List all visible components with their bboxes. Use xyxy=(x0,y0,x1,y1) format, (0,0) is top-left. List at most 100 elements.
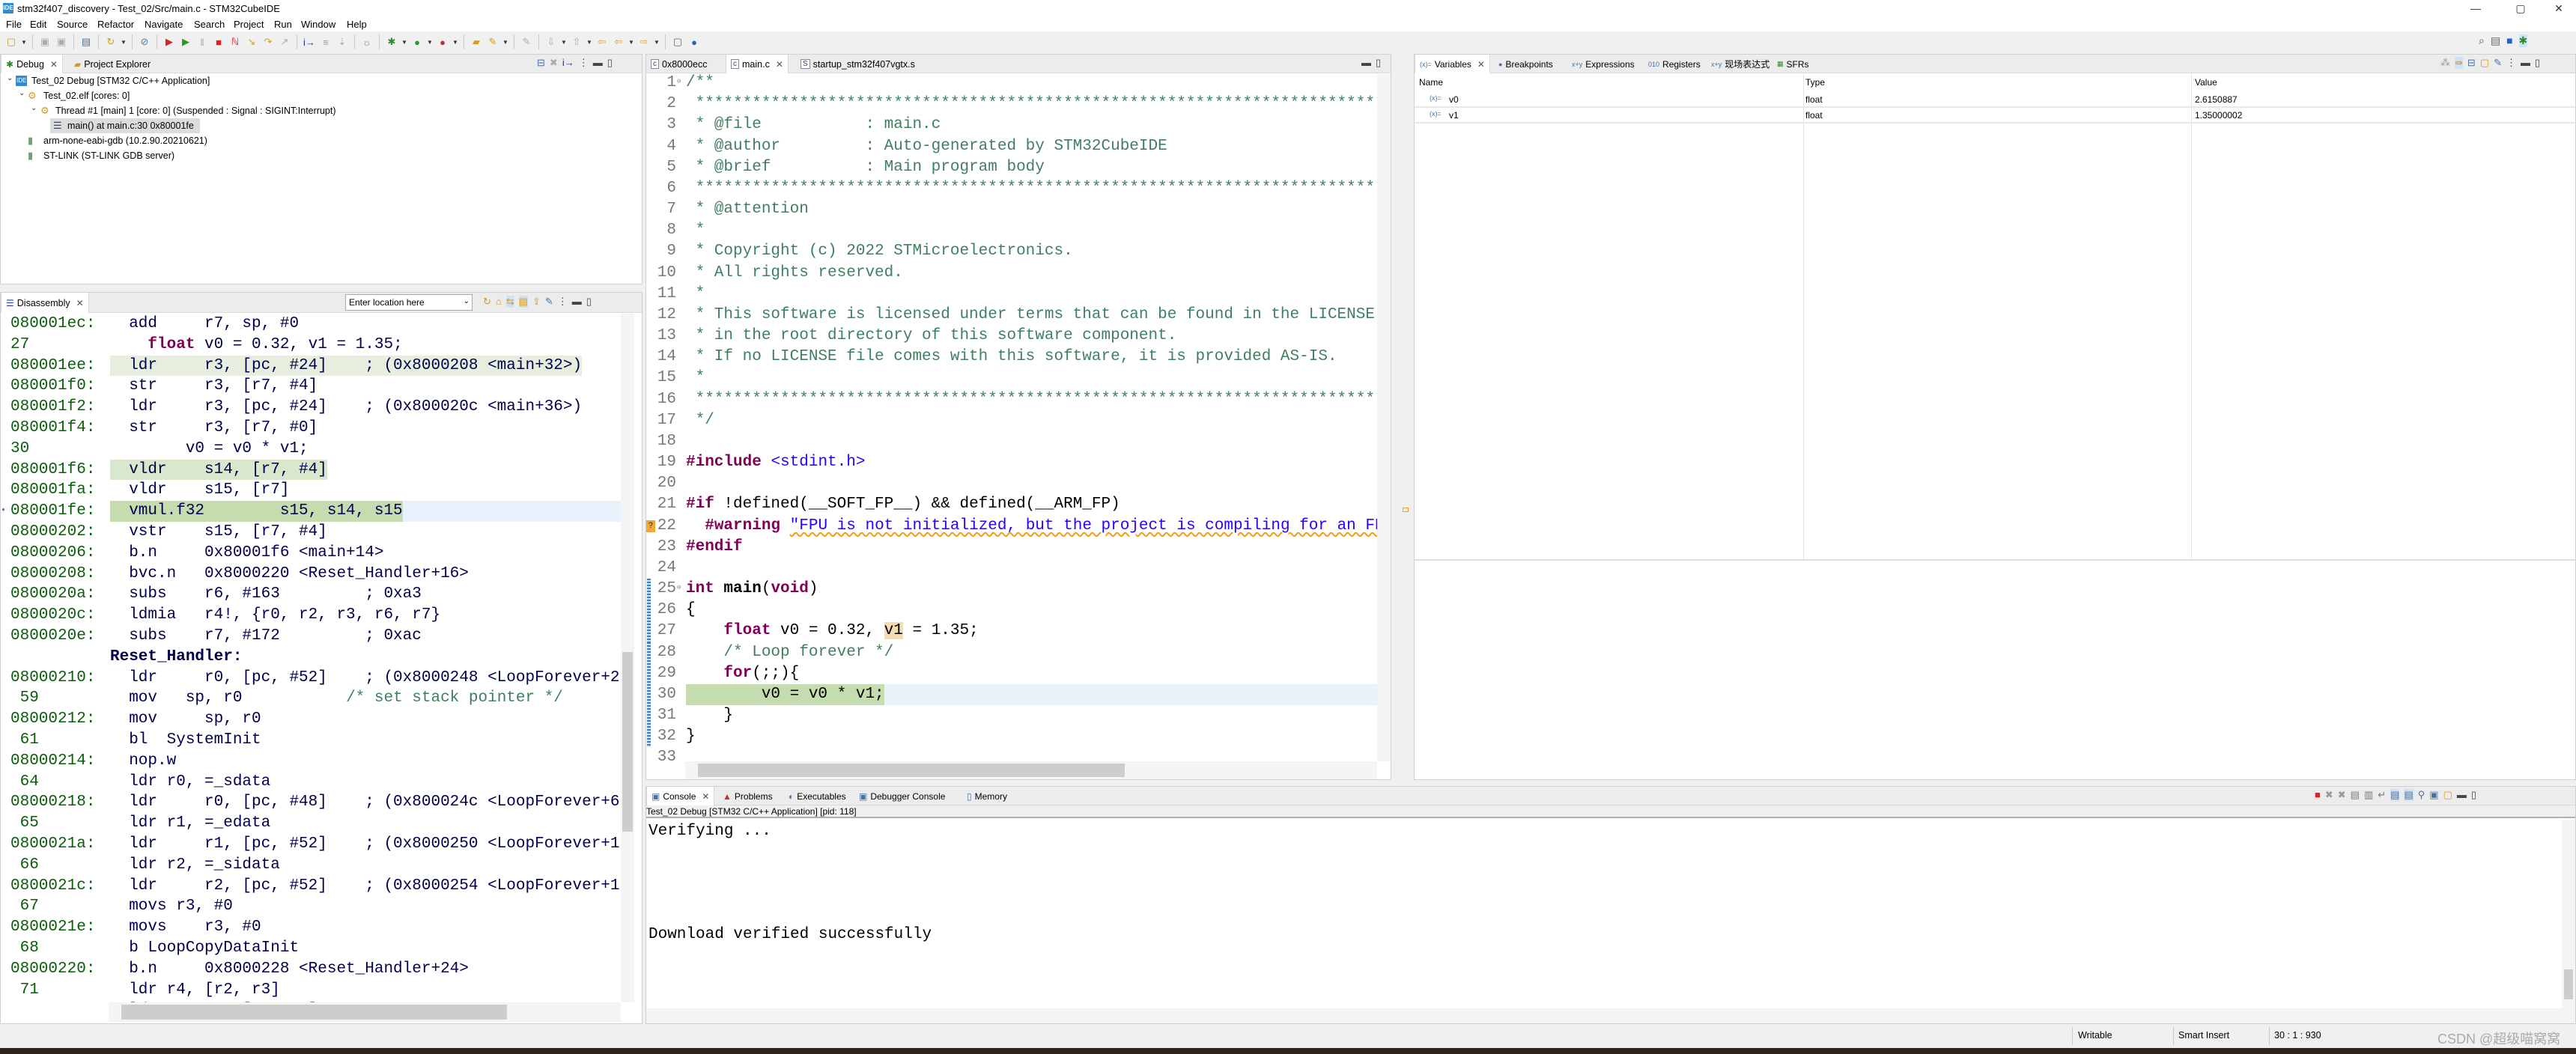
code-line[interactable]: 16 *************************************… xyxy=(646,389,1388,410)
edit-icon[interactable]: ✎ xyxy=(545,296,553,308)
refresh-icon[interactable]: ↻ xyxy=(483,296,491,308)
variable-row[interactable]: (x)= v1 float 1.35000002 xyxy=(1415,108,2575,124)
column-header-value[interactable]: Value xyxy=(2195,77,2217,88)
debug-tree-item[interactable]: ▮ ST-LINK (ST-LINK GDB server) xyxy=(1,148,637,163)
disassembly-row[interactable]: 0800021e: movs r3, #0 xyxy=(1,917,621,938)
chevron-down-icon[interactable]: ⌄ xyxy=(19,86,25,101)
disassembly-row[interactable]: 080001f6: vldr s14, [r7, #4] xyxy=(1,459,621,481)
disassembly-row[interactable]: 08000208: bvc.n 0x8000220 <Reset_Handler… xyxy=(1,564,621,585)
fold-icon[interactable]: ⊖ xyxy=(677,577,681,598)
console-vertical-scrollbar[interactable] xyxy=(2562,820,2575,1008)
code-line[interactable]: 12 * This software is licensed under ter… xyxy=(646,305,1388,326)
show-on-error-icon[interactable]: ▤ xyxy=(2404,789,2414,801)
disassembly-row[interactable]: 080001f2: ldr r3, [pc, #24] ; (0x800020c… xyxy=(1,397,621,418)
tab-sfrs[interactable]: ▦ SFRs xyxy=(1772,55,1814,73)
disassembly-row[interactable]: 0800021a: ldr r1, [pc, #52] ; (0x8000250… xyxy=(1,834,621,855)
show-type-names-icon[interactable]: ⁂ xyxy=(2440,57,2450,69)
maximize-icon[interactable]: ▯ xyxy=(2535,57,2540,69)
menu-run[interactable]: Run xyxy=(274,19,292,30)
code-line[interactable]: 33 xyxy=(646,747,1388,761)
scrollbar-thumb[interactable] xyxy=(2564,969,2573,999)
variable-detail-pane[interactable] xyxy=(1415,561,2575,779)
refresh-icon[interactable]: ↻ xyxy=(104,35,118,49)
open-perspective-icon[interactable]: ▤ xyxy=(2491,34,2500,47)
cpp-perspective-icon[interactable]: ■ xyxy=(2506,34,2512,47)
code-line[interactable]: 25 ⊖ int main(void) xyxy=(646,579,1388,600)
code-line[interactable]: 10 * All rights reserved. xyxy=(646,263,1388,284)
maximize-icon[interactable]: ▢ xyxy=(2503,0,2538,16)
open-folder-icon[interactable]: ▰ xyxy=(470,35,483,49)
instruction-stepping-icon[interactable]: i→ xyxy=(562,57,574,69)
scrollbar-thumb[interactable] xyxy=(698,764,1125,777)
scroll-lock-icon[interactable]: ▥ xyxy=(2364,789,2373,801)
debug-tree-item[interactable]: ▮ arm-none-eabi-gdb (10.2.90.20210621) xyxy=(1,133,637,148)
word-wrap-icon[interactable]: ↵ xyxy=(2378,789,2386,801)
external-tools-icon[interactable]: ● xyxy=(436,35,449,49)
drop-to-frame-icon[interactable]: ⇣ xyxy=(335,35,349,49)
disassembly-row[interactable]: 08000210: ldr r0, [pc, #52] ; (0x8000248… xyxy=(1,668,621,689)
disassembly-row[interactable]: 67 movs r3, #0 xyxy=(1,896,621,917)
disassembly-row[interactable]: 0800020c: ldmia r4!, {r0, r2, r3, r6, r7… xyxy=(1,605,621,626)
suspend-icon[interactable]: ‖ xyxy=(195,35,209,49)
debug-tree-item[interactable]: ☰ main() at main.c:30 0x80001fe xyxy=(1,118,637,133)
export-icon[interactable]: ⇪ xyxy=(532,296,541,308)
disassembly-row[interactable]: 0800021c: ldr r2, [pc, #52] ; (0x8000254… xyxy=(1,876,621,897)
code-line[interactable]: 15 * xyxy=(646,368,1388,389)
new-file-icon[interactable]: ▢ xyxy=(4,35,18,49)
pen-icon[interactable]: ✎ xyxy=(486,35,499,49)
run-icon[interactable]: ● xyxy=(410,35,424,49)
disassembly-row[interactable]: 64 ldr r0, =_sdata xyxy=(1,772,621,793)
minimize-icon[interactable]: — xyxy=(2458,0,2493,16)
code-line[interactable]: 31 } xyxy=(646,705,1388,727)
code-line[interactable]: 13 * in the root directory of this softw… xyxy=(646,326,1388,347)
code-line[interactable]: 11 * xyxy=(646,284,1388,305)
tab-startup-stm32f407vgtx-s[interactable]: Sstartup_stm32f407vgtx.s xyxy=(796,55,920,73)
tab-registers[interactable]: 010 Registers xyxy=(1644,55,1705,73)
terminate-icon[interactable]: ■ xyxy=(212,35,225,49)
code-editor[interactable]: 1 ⊖/** 2 *********************************… xyxy=(646,73,1388,761)
chevron-down-icon[interactable]: ▼ xyxy=(121,39,127,46)
disassembly-vertical-scrollbar[interactable] xyxy=(621,314,634,1002)
variable-row[interactable]: (x)= v0 float 2.6150887 xyxy=(1415,92,2575,108)
code-line[interactable]: 3 * @file : main.c xyxy=(646,115,1388,135)
maximize-icon[interactable]: ▯ xyxy=(586,296,592,308)
step-over-icon[interactable]: ↷ xyxy=(261,35,275,49)
chevron-down-icon[interactable]: ▼ xyxy=(21,39,27,46)
link-with-active-context-icon[interactable]: ⇆ xyxy=(505,296,514,308)
debug-perspective-icon[interactable]: ✱ xyxy=(2518,34,2528,47)
disassembly-row[interactable]: 66 ldr r2, =_sidata xyxy=(1,855,621,876)
chevron-down-icon[interactable]: ⌄ xyxy=(464,297,470,305)
menu-help[interactable]: Help xyxy=(347,19,367,30)
annotation-icon[interactable]: ✎ xyxy=(520,35,533,49)
code-line[interactable]: 4 * @author : Auto-generated by STM32Cub… xyxy=(646,136,1388,157)
tab-expressions[interactable]: x+y Expressions xyxy=(1567,55,1639,73)
step-into-icon[interactable]: ↘ xyxy=(245,35,258,49)
menu-refactor[interactable]: Refactor xyxy=(97,19,134,30)
disassembly-row[interactable]: 61 bl SystemInit xyxy=(1,730,621,751)
disassembly-row[interactable]: 080001fa: vldr s15, [r7] xyxy=(1,480,621,501)
close-icon[interactable]: ✕ xyxy=(2542,0,2576,16)
disconnect-icon[interactable]: ℕ xyxy=(228,35,242,49)
scrollbar-thumb[interactable] xyxy=(121,1005,507,1020)
close-icon[interactable]: ✕ xyxy=(1477,59,1485,70)
disassembly-row[interactable]: 0800020a: subs r6, #163 ; 0xa3 xyxy=(1,584,621,605)
reset-icon[interactable]: ▶ xyxy=(162,35,176,49)
tab-breakpoints[interactable]: ● Breakpoints xyxy=(1494,55,1558,73)
code-line[interactable]: 20 xyxy=(646,473,1388,494)
show-on-output-icon[interactable]: ▤ xyxy=(2390,789,2400,801)
disassembly-row[interactable]: 080001f4: str r3, [r7, #0] xyxy=(1,418,621,439)
open-console-icon[interactable]: ▢ xyxy=(2443,789,2452,801)
editor-horizontal-scrollbar[interactable] xyxy=(685,761,1377,779)
code-line[interactable]: 19 #include <stdint.h> xyxy=(646,452,1388,473)
debug-tree-item[interactable]: ⌄ ⚙ Test_02.elf [cores: 0] xyxy=(1,88,637,103)
code-line[interactable]: 7 * @attention xyxy=(646,199,1388,220)
menu-edit[interactable]: Edit xyxy=(30,19,46,30)
save-all-icon[interactable]: ▣ xyxy=(55,35,68,49)
tab-0x8000ecc[interactable]: c 0x8000ecc xyxy=(646,55,711,73)
disassembly-row[interactable]: 0800020e: subs r7, #172 ; 0xac xyxy=(1,626,621,647)
terminate-icon[interactable]: ■ xyxy=(2315,789,2321,801)
clear-console-icon[interactable]: ▤ xyxy=(2351,789,2360,801)
code-line[interactable]: 23 #endif xyxy=(646,537,1388,558)
code-line[interactable]: 6 **************************************… xyxy=(646,178,1388,199)
code-line[interactable]: 14 * If no LICENSE file comes with this … xyxy=(646,347,1388,368)
